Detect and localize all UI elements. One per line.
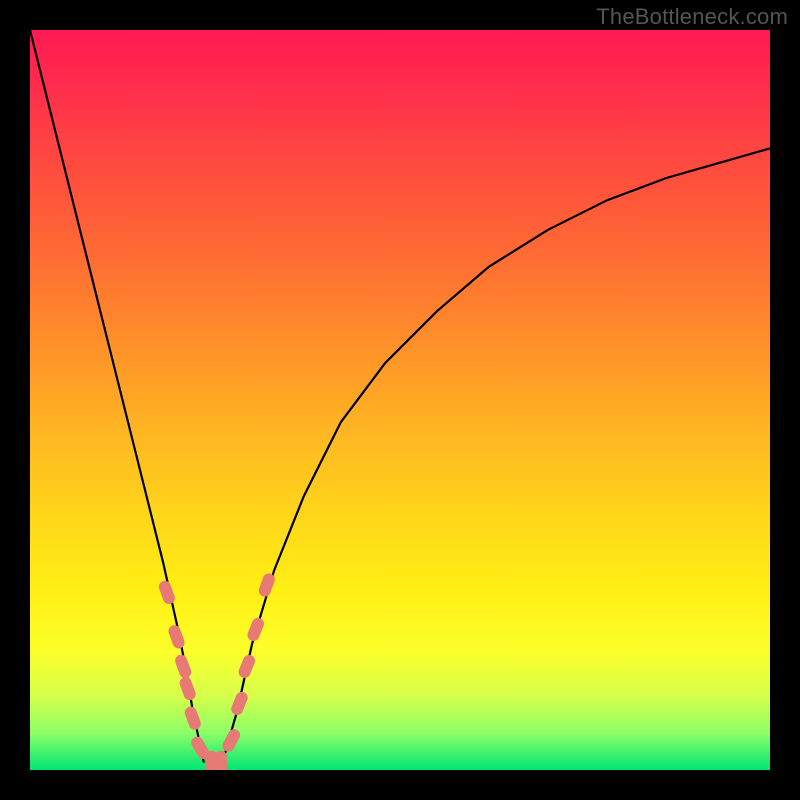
chart-plot-area [30, 30, 770, 770]
curve-group [30, 30, 770, 763]
marker-capsule [246, 616, 266, 643]
marker-group [157, 572, 276, 770]
marker-capsule [183, 705, 202, 732]
curve-right-branch [222, 148, 770, 762]
marker-capsule [178, 675, 197, 702]
marker-capsule [167, 623, 186, 650]
marker-capsule [157, 579, 176, 606]
marker-capsule [215, 751, 227, 770]
watermark-text: TheBottleneck.com [596, 4, 788, 30]
marker-capsule [237, 653, 257, 680]
marker-capsule [173, 653, 192, 680]
chart-svg [30, 30, 770, 770]
marker-capsule [220, 727, 242, 754]
curve-left-branch [30, 30, 204, 763]
chart-frame: TheBottleneck.com [0, 0, 800, 800]
marker-capsule [229, 690, 249, 717]
